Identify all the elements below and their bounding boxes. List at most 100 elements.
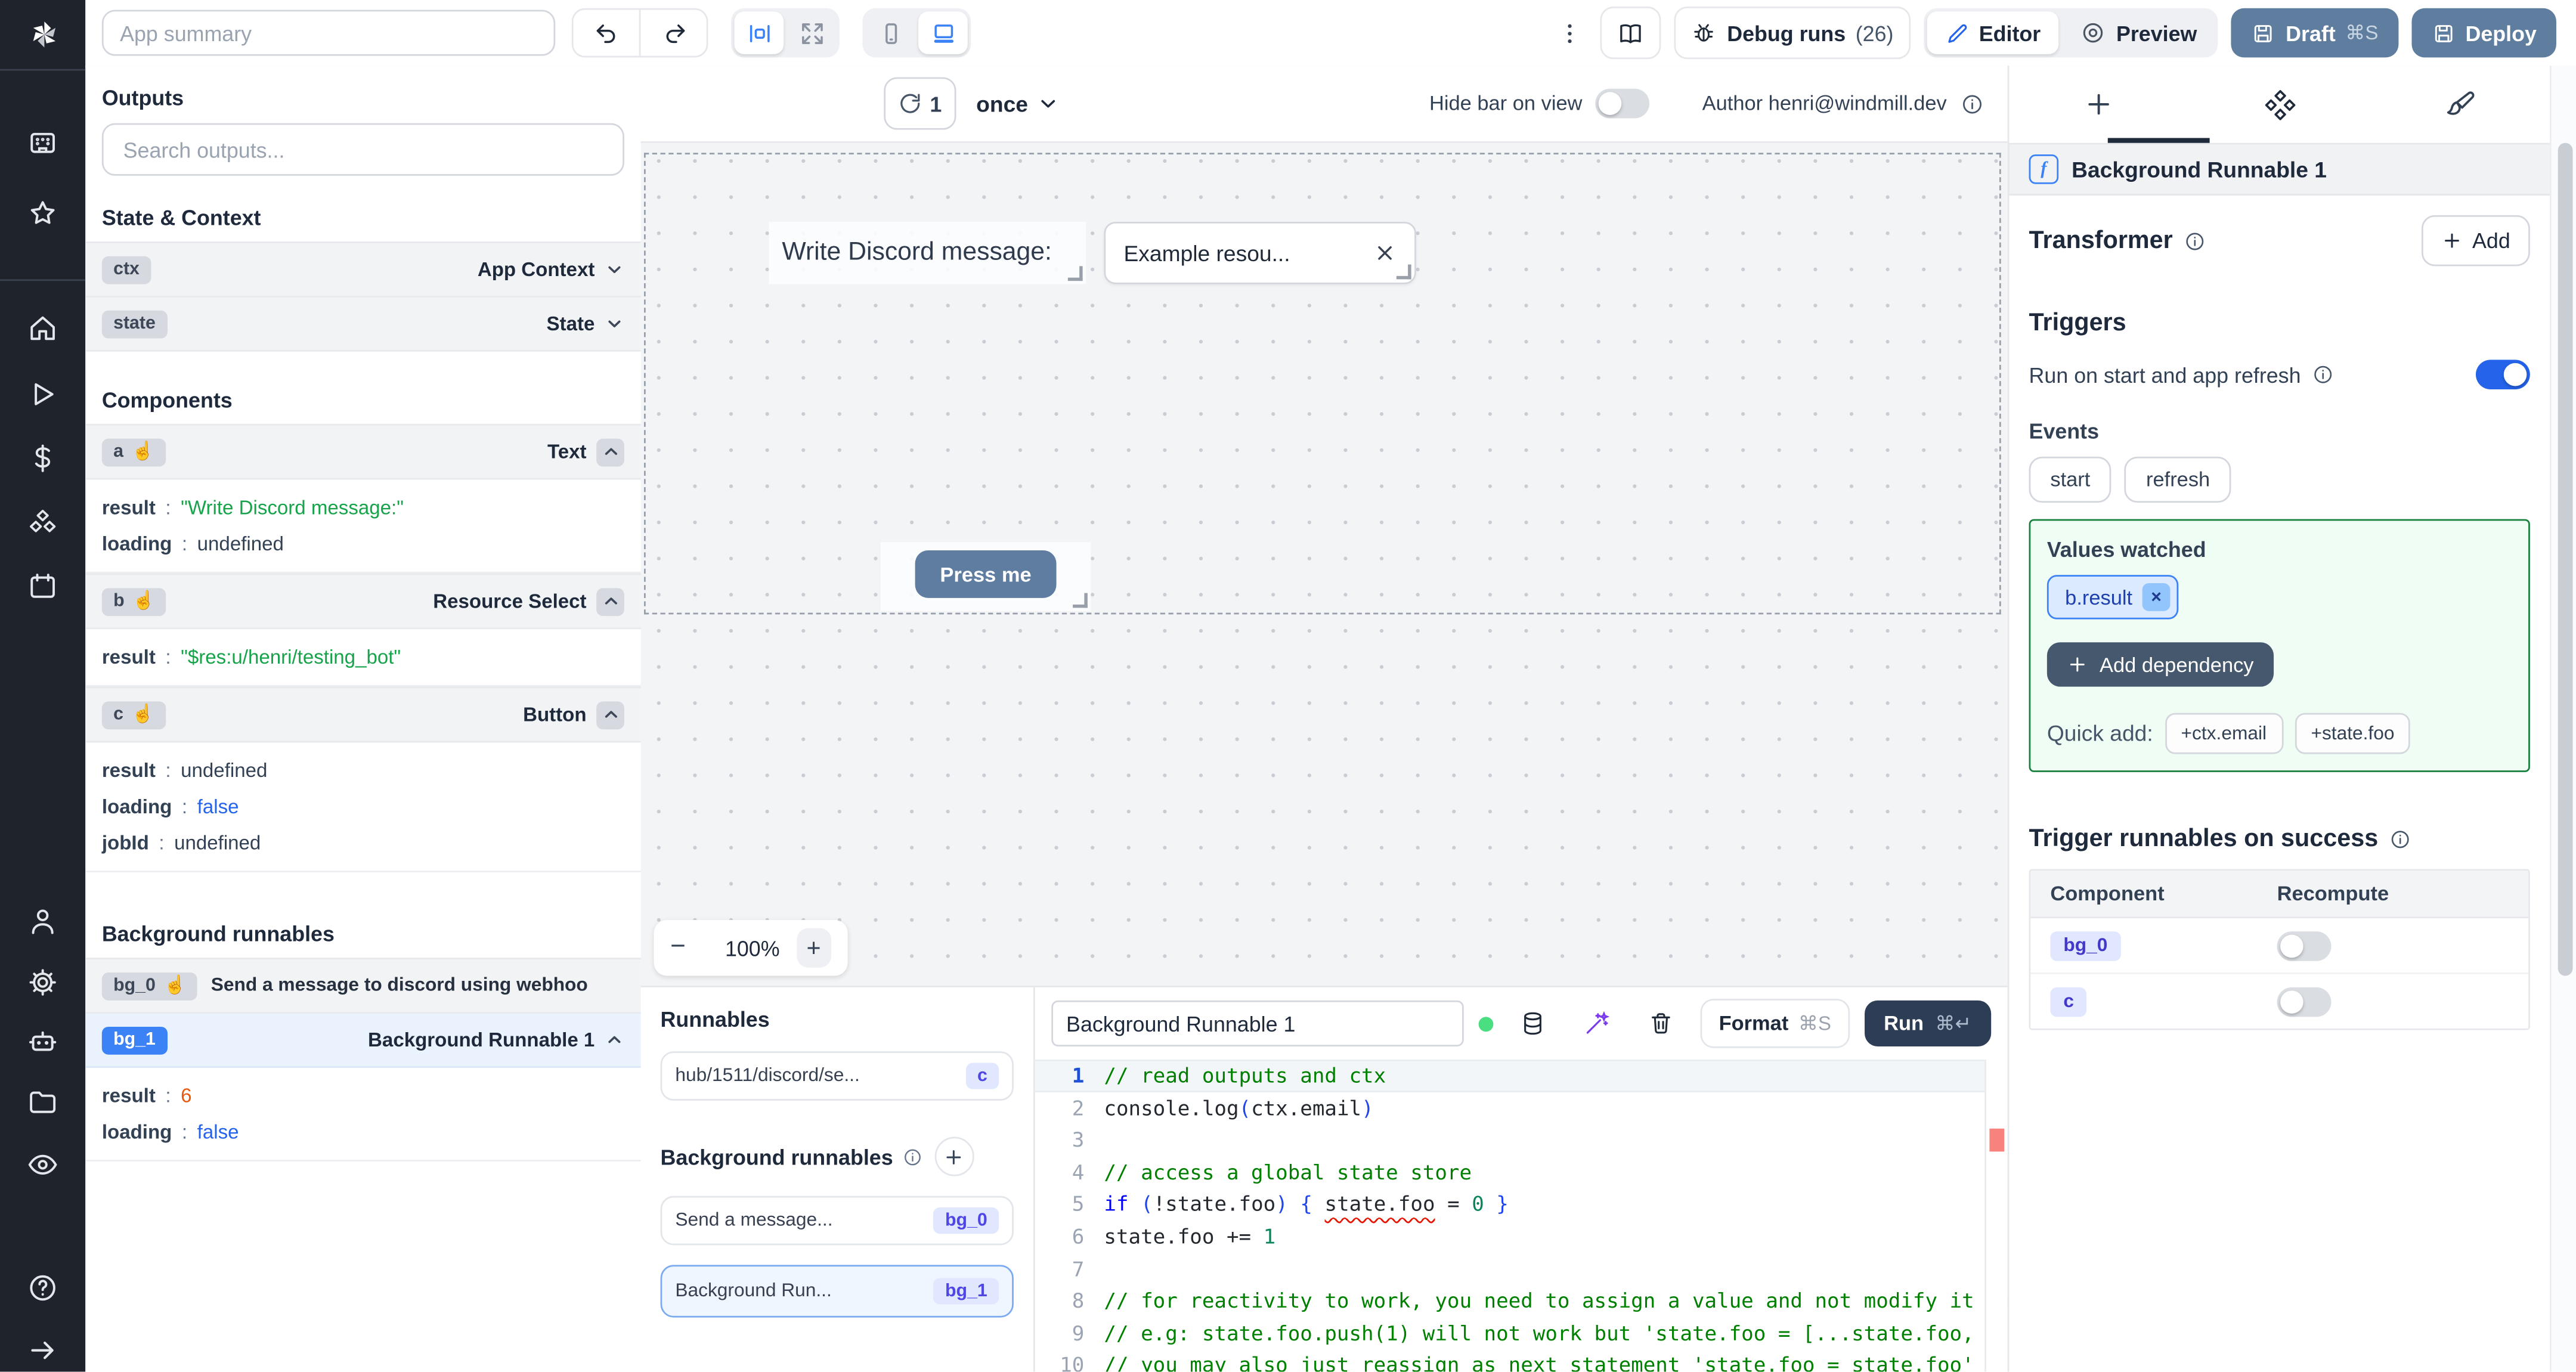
component-row-b[interactable]: b ☝ Resource Select: [85, 573, 641, 630]
resize-handle[interactable]: [1396, 264, 1411, 280]
windmill-logo[interactable]: [26, 17, 59, 49]
scrollbar-thumb[interactable]: [2557, 143, 2572, 976]
tab-styling[interactable]: [2370, 89, 2550, 120]
boxes-icon[interactable]: [26, 506, 59, 539]
runnable-card-c[interactable]: hub/1511/discord/se... c: [660, 1051, 1014, 1101]
settings-icon[interactable]: [26, 966, 59, 999]
align-center-button[interactable]: [734, 11, 784, 54]
press-me-button[interactable]: Press me: [915, 550, 1057, 598]
canvas-toolbar: 1 once Hide bar on view Author henri@win…: [640, 66, 2008, 143]
add-transformer-button[interactable]: Add: [2421, 215, 2530, 267]
quick-add-chip[interactable]: +state.foo: [2294, 713, 2411, 754]
desktop-view-button[interactable]: [918, 11, 968, 54]
delete-runnable-button[interactable]: [1637, 1010, 1686, 1036]
user-icon[interactable]: [26, 905, 59, 938]
watched-chip-b.result[interactable]: b.result ×: [2046, 575, 2179, 620]
format-button[interactable]: Format ⌘S: [1701, 999, 1850, 1048]
chevron-down-icon[interactable]: [605, 314, 624, 333]
refresh-count-button[interactable]: 1: [884, 77, 957, 130]
dollar-icon[interactable]: [26, 442, 59, 475]
search-outputs-input[interactable]: [120, 135, 606, 164]
draft-button[interactable]: Draft ⌘S: [2231, 8, 2398, 58]
home-icon[interactable]: [26, 312, 59, 345]
code-line-3[interactable]: 3: [1035, 1124, 2008, 1156]
output-prop-row: loading: false: [101, 795, 239, 819]
deploy-button[interactable]: Deploy: [2411, 8, 2556, 58]
code-area[interactable]: 1 // read outputs and ctx 2 console.log(ctx…: [1035, 1060, 2008, 1372]
recompute-toggle-bg_0[interactable]: [2277, 930, 2332, 961]
tab-editor[interactable]: Editor: [1926, 11, 2059, 54]
help-icon[interactable]: [26, 1271, 59, 1304]
window-scrollbar[interactable]: [2549, 66, 2576, 1372]
remove-dependency-icon[interactable]: ×: [2142, 583, 2171, 611]
code-line-1[interactable]: 1 // read outputs and ctx: [1035, 1060, 2008, 1092]
component-row-a[interactable]: a ☝ Text: [85, 423, 641, 480]
code-line-8[interactable]: 8 // for reactivity to work, you need to …: [1035, 1285, 2008, 1317]
refresh-icon: [900, 94, 920, 113]
redo-button[interactable]: [639, 10, 707, 56]
kebab-menu-icon[interactable]: [1551, 19, 1587, 47]
state-row-state[interactable]: state State: [85, 297, 641, 352]
fullscreen-button[interactable]: [787, 11, 837, 54]
recompute-toggle-c[interactable]: [2277, 986, 2332, 1017]
tab-components[interactable]: [2190, 88, 2370, 120]
chevron-up-icon[interactable]: [596, 438, 624, 466]
chevron-down-icon[interactable]: [605, 259, 624, 279]
star-icon[interactable]: [26, 197, 59, 230]
eye-icon[interactable]: [26, 1148, 59, 1181]
runnable-title-input[interactable]: [1051, 1000, 1465, 1046]
code-line-2[interactable]: 2 console.log(ctx.email): [1035, 1092, 2008, 1124]
code-content: if (!state.foo) { state.foo = 0 }: [1104, 1191, 1509, 1216]
add-dependency-button[interactable]: Add dependency: [2046, 642, 2274, 687]
run-on-start-toggle[interactable]: [2475, 360, 2530, 389]
run-button[interactable]: Run ⌘↵: [1864, 1000, 1992, 1046]
robot-icon[interactable]: [26, 1025, 59, 1058]
code-line-6[interactable]: 6 state.foo += 1: [1035, 1221, 2008, 1253]
code-line-5[interactable]: 5 if (!state.foo) { state.foo = 0 }: [1035, 1188, 2008, 1221]
zoom-out-button[interactable]: −: [670, 933, 686, 963]
text-component[interactable]: Write Discord message:: [769, 221, 1086, 284]
quick-add-chip[interactable]: +ctx.email: [2164, 713, 2283, 754]
code-scrollbar[interactable]: [1984, 1060, 2008, 1372]
frequency-dropdown[interactable]: once: [976, 91, 1059, 116]
resource-select-component[interactable]: Example resou...: [1104, 221, 1416, 284]
play-icon[interactable]: [26, 378, 59, 411]
undo-button[interactable]: [574, 10, 639, 56]
code-content: // read outputs and ctx: [1104, 1063, 1386, 1088]
code-line-4[interactable]: 4 // access a global state store: [1035, 1156, 2008, 1188]
chevron-up-icon[interactable]: [605, 1030, 624, 1049]
resize-handle[interactable]: [1067, 266, 1083, 281]
ai-assist-button[interactable]: [1573, 1010, 1622, 1036]
app-canvas[interactable]: Write Discord message: Example resou... …: [640, 143, 2008, 986]
arrow-right-icon[interactable]: [26, 1334, 59, 1367]
runnable-card-bg_1[interactable]: Background Run... bg_1: [660, 1265, 1014, 1318]
output-id-badge: ctx: [101, 255, 151, 284]
code-line-10[interactable]: 10 // you may also just reassign as next …: [1035, 1349, 2008, 1372]
component-row-c[interactable]: c ☝ Button: [85, 686, 641, 743]
resize-handle[interactable]: [1073, 593, 1088, 608]
bg-runnable-row-bg_0[interactable]: bg_0 ☝ Send a message to discord using web…: [85, 958, 641, 1014]
code-line-7[interactable]: 7: [1035, 1253, 2008, 1285]
state-row-ctx[interactable]: ctx App Context: [85, 241, 641, 298]
hide-bar-toggle[interactable]: [1595, 88, 1650, 119]
output-id-badge: state: [101, 309, 168, 338]
code-content: // e.g: state.foo.push(1) will not work …: [1104, 1320, 2008, 1345]
app-window-icon[interactable]: [26, 126, 59, 159]
bg-runnable-row-bg_1[interactable]: bg_1 Background Runnable 1: [85, 1013, 641, 1068]
tab-insert[interactable]: [2009, 89, 2189, 120]
chevron-up-icon[interactable]: [596, 701, 624, 729]
docs-button[interactable]: [1600, 7, 1662, 60]
cache-button[interactable]: [1509, 1010, 1558, 1036]
code-line-9[interactable]: 9 // e.g: state.foo.push(1) will not work…: [1035, 1317, 2008, 1349]
zoom-in-button[interactable]: +: [796, 928, 832, 968]
folder-icon[interactable]: [26, 1086, 59, 1119]
calendar-icon[interactable]: [26, 570, 59, 603]
debug-runs-button[interactable]: Debug runs (26): [1674, 7, 1911, 60]
mobile-view-button[interactable]: [866, 11, 915, 54]
chevron-up-icon[interactable]: [596, 587, 624, 615]
runnable-card-bg_0[interactable]: Send a message... bg_0: [660, 1196, 1014, 1246]
refresh-count: 1: [930, 91, 942, 116]
tab-preview[interactable]: Preview: [2062, 11, 2215, 54]
app-summary-input[interactable]: [101, 10, 556, 56]
add-background-runnable-button[interactable]: [934, 1136, 974, 1176]
